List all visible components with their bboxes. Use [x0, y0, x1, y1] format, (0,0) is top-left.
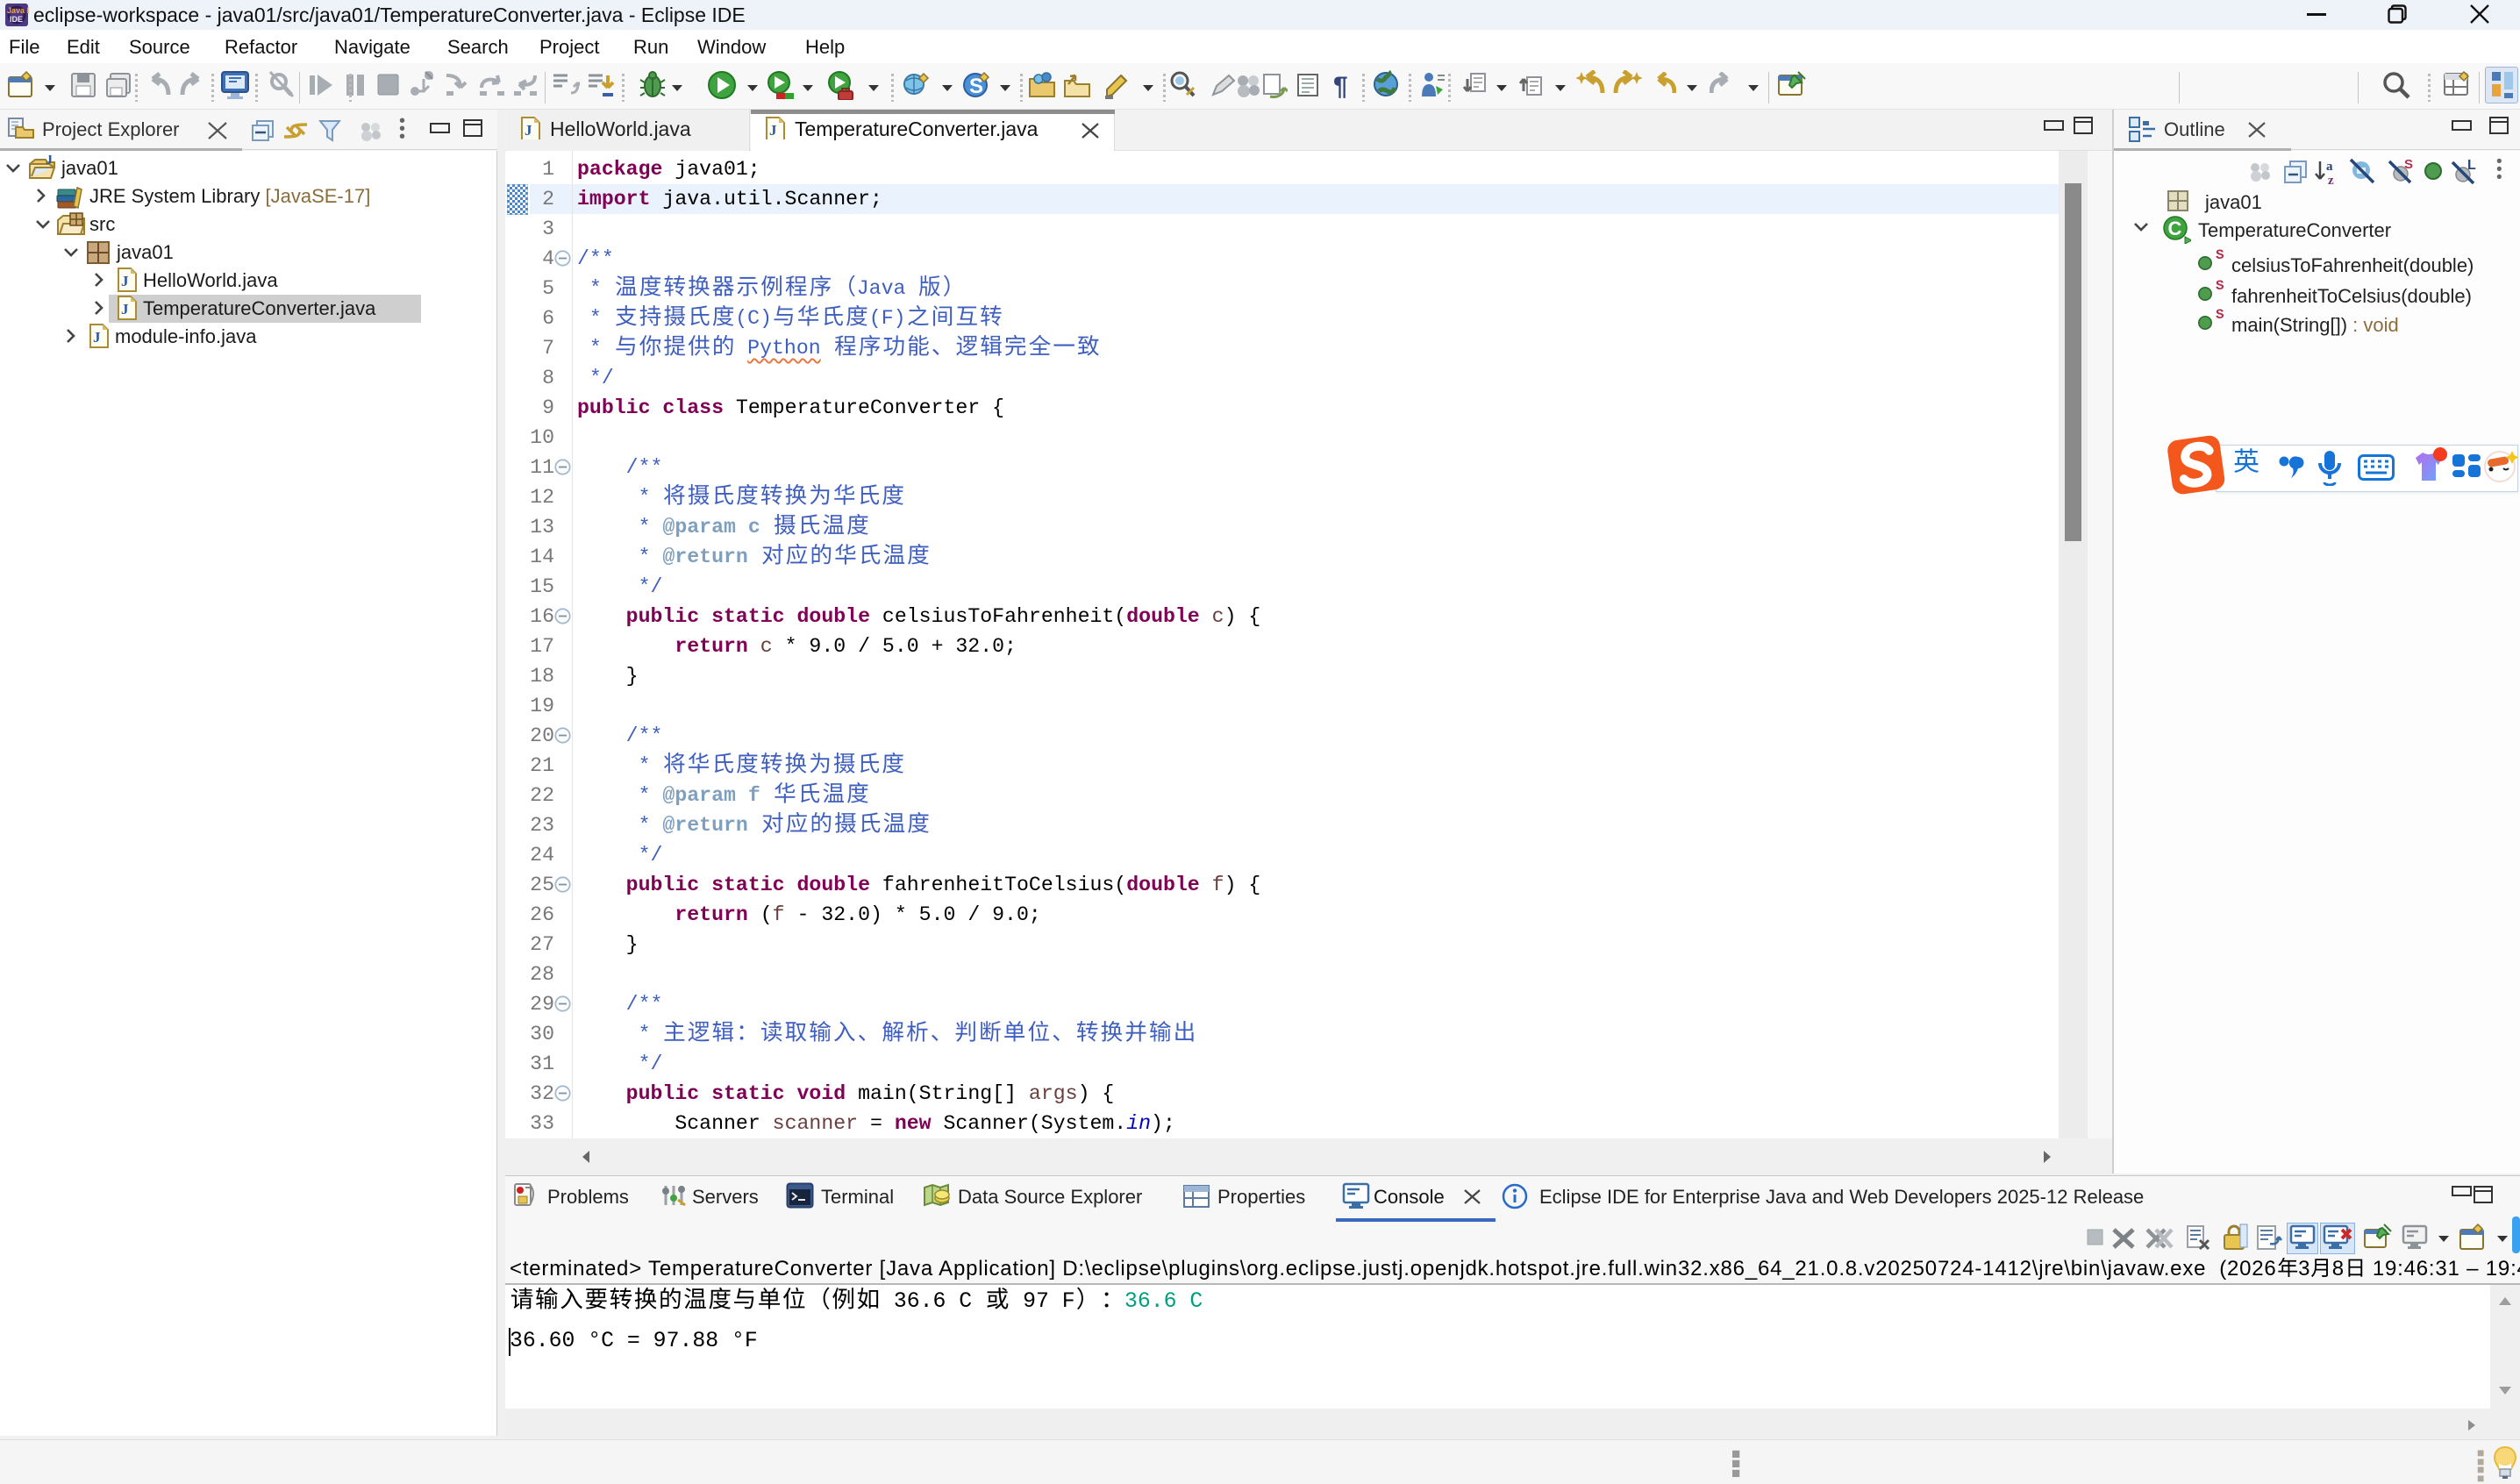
svg-text:L: L: [2467, 158, 2476, 173]
svg-text:a: a: [2326, 160, 2333, 174]
svg-text:J: J: [121, 301, 129, 317]
svg-text:C: C: [2168, 218, 2182, 239]
svg-text:z: z: [2328, 174, 2334, 186]
svg-text:IDE: IDE: [10, 15, 23, 24]
svg-text:J: J: [46, 155, 53, 168]
svg-text:J: J: [769, 122, 777, 139]
svg-text:J: J: [93, 329, 101, 346]
svg-text:J: J: [525, 122, 532, 139]
svg-text:S: S: [2404, 158, 2413, 172]
svg-text:J: J: [121, 273, 129, 289]
svg-text:Java EE: Java EE: [7, 6, 29, 15]
